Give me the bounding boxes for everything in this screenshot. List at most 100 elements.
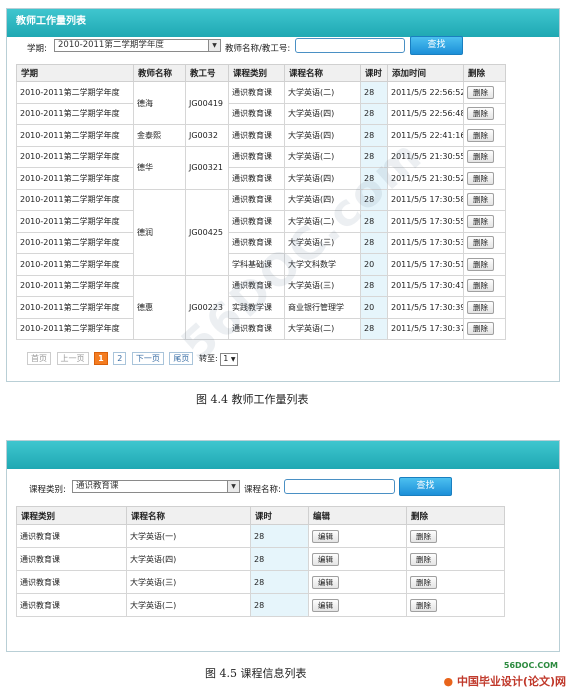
course-name-label: 课程名称: [244,485,281,495]
teacher-id-cell: JG00419 [185,81,229,125]
delete-button[interactable]: 删除 [467,236,494,250]
hours-cell: 28 [250,524,309,548]
delete-button[interactable]: 删除 [467,171,494,185]
search-button[interactable]: 查找 [410,36,463,55]
teacher-cell: 德华 [133,145,186,190]
search-button[interactable]: 查找 [399,477,452,496]
hours-cell: 28 [360,274,388,297]
page-link-2[interactable]: 2 [113,352,127,365]
added-time-cell: 2011/5/5 17:30:41 [387,274,464,297]
delete-cell: 删除 [463,231,506,254]
course-name-input[interactable] [284,479,395,494]
hours-cell: 28 [250,547,309,571]
added-time-cell: 2011/5/5 22:56:52 [387,81,464,104]
delete-button[interactable]: 删除 [467,214,494,228]
delete-button[interactable]: 删除 [410,598,437,612]
added-time-cell: 2011/5/5 17:30:55 [387,210,464,233]
next-page-link[interactable]: 下一页 [131,352,164,365]
delete-button[interactable]: 删除 [467,193,494,207]
course-type-cell: 通识教育课 [228,167,285,190]
delete-cell: 删除 [406,524,505,548]
added-time-cell: 2011/5/5 17:30:37 [387,317,464,340]
delete-cell: 删除 [406,593,505,617]
course-type-label: 课程类别: [29,485,66,495]
chevron-down-icon[interactable]: ▼ [227,481,239,492]
teacher-search-input[interactable] [295,38,405,53]
delete-cell: 删除 [463,210,506,233]
term-cell: 2010-2011第二学期学年度 [16,253,134,276]
table-row: 2010-2011第二学期学年度 德润 JG00425 通识教育课 大学英语(四) 28 2… [16,188,506,276]
prev-page-link[interactable]: 上一页 [56,352,89,365]
course-type-value: 通识教育课 [76,481,119,491]
chevron-down-icon[interactable]: ▼ [208,40,220,51]
delete-button[interactable]: 删除 [467,322,494,336]
column-header: 教师名称 [133,64,186,82]
course-name-cell: 大学英语(二) [126,593,251,617]
course-type-cell: 通识教育课 [228,145,285,168]
course-type-cell: 通识教育课 [228,102,285,125]
hours-cell: 20 [360,296,388,319]
term-cell: 2010-2011第二学期学年度 [16,296,134,319]
hours-cell: 20 [360,253,388,276]
figure-caption-4-4: 图 4.4 教师工作量列表 [196,393,309,406]
hours-cell: 28 [360,102,388,125]
column-header: 课程名称 [126,506,251,525]
hours-cell: 28 [250,570,309,594]
added-time-cell: 2011/5/5 17:30:51 [387,253,464,276]
edit-button[interactable]: 编辑 [312,529,339,543]
teacher-cell: 金泰熙 [133,124,186,147]
course-type-cell: 通识教育课 [228,81,285,104]
delete-button[interactable]: 删除 [467,150,494,164]
edit-cell: 编辑 [308,524,407,548]
delete-cell: 删除 [463,81,506,104]
table-row: 2010-2011第二学期学年度 德华 JG00321 通识教育课 大学英语(二) 28 2… [16,145,506,190]
page-link-1[interactable]: 1 [94,352,108,365]
course-type-select[interactable]: 通识教育课 ▼ [72,480,240,493]
course-type-cell: 通识教育课 [16,593,127,617]
course-type-cell: 通识教育课 [16,570,127,594]
table-row: 2010-2011第二学期学年度 通识教育课 大学英语(四) 28 2011/5/5 2… [16,167,506,190]
footer-logo-text: 中国毕业设计(论文)网 [456,675,566,688]
edit-button[interactable]: 编辑 [312,575,339,589]
column-header: 课时 [250,506,309,525]
course-name-cell: 大学英语(四) [126,547,251,571]
edit-button[interactable]: 编辑 [312,552,339,566]
term-cell: 2010-2011第二学期学年度 [16,102,134,125]
delete-button[interactable]: 删除 [467,128,494,142]
term-cell: 2010-2011第二学期学年度 [16,317,134,340]
hours-cell: 28 [360,317,388,340]
column-header: 添加时间 [387,64,464,82]
column-header: 编辑 [308,506,407,525]
course-name-cell: 大学英语(四) [284,124,361,147]
first-page-link[interactable]: 首页 [27,352,51,365]
course-type-cell: 通识教育课 [228,124,285,147]
added-time-cell: 2011/5/5 17:30:53 [387,231,464,254]
delete-button[interactable]: 删除 [410,552,437,566]
delete-button[interactable]: 删除 [467,85,494,99]
course-name-cell: 大学英语(三) [126,570,251,594]
delete-button[interactable]: 删除 [410,529,437,543]
edit-button[interactable]: 编辑 [312,598,339,612]
delete-button[interactable]: 删除 [467,107,494,121]
term-cell: 2010-2011第二学期学年度 [16,145,134,168]
chevron-down-icon[interactable]: ▼ [231,356,236,363]
panel-title: 教师工作量列表 [7,9,559,37]
delete-button[interactable]: 删除 [467,257,494,271]
delete-cell: 删除 [463,167,506,190]
delete-cell: 删除 [463,253,506,276]
column-header: 删除 [463,64,506,82]
column-header: 课程名称 [284,64,361,82]
delete-button[interactable]: 删除 [467,300,494,314]
delete-cell: 删除 [463,188,506,211]
hours-cell: 28 [360,81,388,104]
table-row: 2010-2011第二学期学年度 德海 JG00419 通识教育课 大学英语(二) 28 2… [16,81,506,125]
edit-cell: 编辑 [308,593,407,617]
table-row: 2010-2011第二学期学年度 通识教育课 大学英语(四) 28 2011/5/5 2… [16,102,506,125]
delete-cell: 删除 [463,317,506,340]
delete-button[interactable]: 删除 [467,279,494,293]
term-select[interactable]: 2010-2011第二学期学年度 ▼ [54,39,221,52]
course-table: 课程类别 课程名称 课时 编辑 删除 通识教育课 大学英语(一) 28 编辑 删除 通识教育课 大学… [16,506,505,617]
site-logo: 56DOC.COM ● 中国毕业设计(论文)网 [443,661,566,689]
delete-button[interactable]: 删除 [410,575,437,589]
course-type-cell: 通识教育课 [228,188,285,211]
